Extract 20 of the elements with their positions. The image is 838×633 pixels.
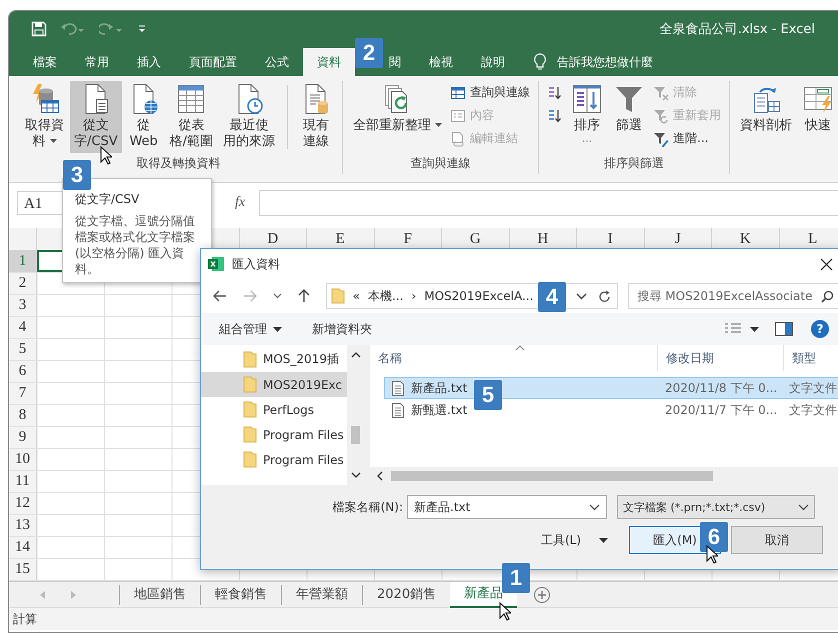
file-name-label: 檔案名稱(N): [332, 498, 404, 516]
file-date: 2020/11/7 下午 0... [664, 402, 778, 418]
step-badge: 2 [355, 38, 383, 68]
dialog-title: 匯入資料 [232, 256, 280, 272]
step-badge: 4 [538, 282, 566, 312]
step-badge: 1 [502, 563, 530, 593]
file-type: 文字文件 [788, 380, 838, 396]
file-date: 2020/11/8 下午 0... [664, 380, 778, 396]
window-title: 全泉食品公司.xlsx - Excel [660, 21, 815, 38]
group-label: 查詢與連線 [410, 155, 470, 172]
file-name: 新甄選.txt [411, 402, 468, 418]
step-badge: 6 [700, 522, 728, 552]
status-text: 計算 [13, 610, 37, 628]
file-type: 文字文件 [788, 402, 838, 418]
file-name: 新產品.txt [411, 380, 468, 396]
group-label: 取得及轉換資料 [136, 155, 220, 172]
step-badge: 3 [63, 160, 91, 190]
group-label: 排序與篩選 [604, 155, 664, 172]
step-badge: 5 [474, 380, 502, 410]
tooltip-text: 從文字檔、逗號分隔值檔案或格式化文字檔案(以空格分隔) 匯入資料。 [75, 213, 196, 277]
